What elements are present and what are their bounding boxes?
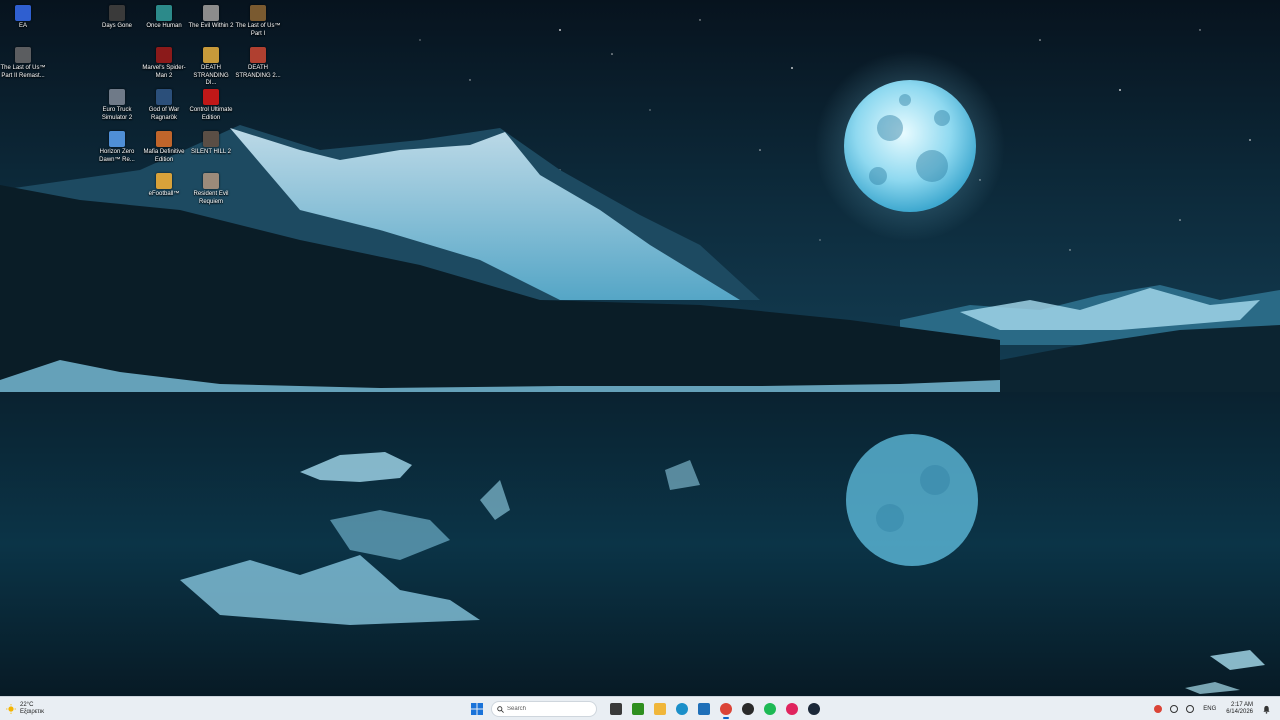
desktop-icon-death-stranding-dc[interactable]: DEATH STRANDING DI... — [188, 44, 234, 88]
desktop-icons: EA The Last of Us™ Part II Remast... Days … — [0, 0, 1280, 696]
efootball-icon — [156, 173, 172, 189]
weather-condition: Εξαιρετικ — [20, 709, 45, 715]
desktop-icon-label: The Last of Us™ Part II Remast... — [0, 65, 46, 79]
desktop-icon-label: Horizon Zero Dawn™ Re... — [99, 149, 135, 163]
desktop-icon-label: Marvel's Spider-Man 2 — [142, 65, 186, 79]
desktop-icon-label: EA — [18, 23, 27, 29]
desktop-icon-resident-evil[interactable]: Resident Evil Requiem — [188, 170, 234, 206]
desktop-icon-label: Euro Truck Simulator 2 — [101, 107, 133, 121]
tray-icons — [1150, 702, 1198, 716]
clock-date: 6/14/2026 — [1226, 709, 1253, 715]
desktop-icon-label: Days Gone — [101, 23, 132, 29]
nvidia-icon — [632, 703, 644, 715]
desktop-icon-mafia[interactable]: Mafia Definitive Edition — [141, 128, 187, 164]
nvidia-button[interactable] — [628, 699, 648, 719]
desktop-icon-label: eFootball™ — [148, 191, 180, 197]
last-of-us-2-icon — [15, 47, 31, 63]
god-of-war-icon — [156, 89, 172, 105]
horizon-zero-dawn-icon — [109, 131, 125, 147]
weather-temperature: 22°C — [20, 702, 34, 708]
desktop-icon-last-of-us-2[interactable]: The Last of Us™ Part II Remast... — [0, 44, 46, 80]
silent-hill-icon — [203, 131, 219, 147]
desktop-icon-label: Resident Evil Requiem — [193, 191, 229, 205]
file-explorer-button[interactable] — [650, 699, 670, 719]
desktop-icon-euro-truck[interactable]: Euro Truck Simulator 2 — [94, 86, 140, 122]
desktop-icon-horizon-zero-dawn[interactable]: Horizon Zero Dawn™ Re... — [94, 128, 140, 164]
spotify-button[interactable] — [760, 699, 780, 719]
taskbar-apps — [605, 699, 825, 719]
taskbar-center — [466, 699, 825, 719]
chrome-icon — [720, 703, 732, 715]
search-input[interactable] — [504, 706, 587, 712]
desktop-icon-silent-hill-2[interactable]: SILENT HILL 2 — [188, 128, 234, 157]
last-of-us-1-icon — [250, 5, 266, 21]
search-box[interactable] — [491, 701, 597, 717]
obs-button[interactable] — [738, 699, 758, 719]
desktop-icon-label: DEATH STRANDING DI... — [193, 65, 229, 86]
music-button[interactable] — [782, 699, 802, 719]
desktop-icon-last-of-us-1[interactable]: The Last of Us™ Part I — [235, 2, 281, 38]
store-icon — [698, 703, 710, 715]
mafia-icon — [156, 131, 172, 147]
search-icon — [497, 705, 504, 713]
desktop-icon-label: Control Ultimate Edition — [189, 107, 233, 121]
evil-within-icon — [203, 5, 219, 21]
control-icon — [203, 89, 219, 105]
chrome-button[interactable] — [716, 699, 736, 719]
desktop-icon-control[interactable]: Control Ultimate Edition — [188, 86, 234, 122]
clock-time: 2:17 AM — [1230, 702, 1253, 708]
death-stranding-2-icon — [250, 47, 266, 63]
desktop-icon-once-human[interactable]: Once Human — [141, 2, 187, 31]
spider-man-icon — [156, 47, 172, 63]
chrome-tray-icon — [1154, 705, 1163, 713]
task-view-button[interactable] — [606, 699, 626, 719]
weather-widget[interactable]: 22°C Εξαιρετικ — [6, 700, 44, 718]
tray-volume[interactable] — [1184, 702, 1196, 716]
bell-icon — [1262, 705, 1270, 714]
desktop-icon-label: SILENT HILL 2 — [190, 149, 232, 155]
weather-sun-icon — [6, 704, 16, 714]
desktop-icon-label: Once Human — [146, 23, 182, 29]
language-indicator[interactable]: ENG — [1203, 706, 1216, 712]
desktop-icon-efootball[interactable]: eFootball™ — [141, 170, 187, 199]
folder-icon — [654, 703, 666, 715]
taskbar: 22°C Εξαιρετικ ENG 2:17 AM 6/14/2026 — [0, 696, 1280, 720]
store-button[interactable] — [694, 699, 714, 719]
days-gone-icon — [109, 5, 125, 21]
spotify-icon — [764, 703, 776, 715]
desktop-icon-evil-within-2[interactable]: The Evil Within 2 — [188, 2, 234, 31]
desktop-icon-label: God of War Ragnarök — [148, 107, 180, 121]
desktop-icon-label: DEATH STRANDING 2... — [235, 65, 281, 79]
network-icon — [1170, 705, 1179, 713]
desktop-icon-ea[interactable]: EA — [0, 2, 46, 31]
start-button[interactable] — [467, 699, 487, 719]
euro-truck-icon — [109, 89, 125, 105]
desktop-icon-death-stranding-2[interactable]: DEATH STRANDING 2... — [235, 44, 281, 80]
desktop-icon-spider-man-2[interactable]: Marvel's Spider-Man 2 — [141, 44, 187, 80]
edge-icon — [676, 703, 688, 715]
volume-icon — [1186, 705, 1195, 713]
desktop-icon-label: The Last of Us™ Part I — [235, 23, 281, 37]
steam-button[interactable] — [804, 699, 824, 719]
windows-icon — [471, 703, 483, 715]
steam-icon — [808, 703, 820, 715]
once-human-icon — [156, 5, 172, 21]
ea-icon — [15, 5, 31, 21]
system-tray: ENG 2:17 AM 6/14/2026 — [1150, 699, 1274, 719]
desktop-icon-god-of-war[interactable]: God of War Ragnarök — [141, 86, 187, 122]
desktop-icon-label: Mafia Definitive Edition — [143, 149, 185, 163]
tray-network[interactable] — [1168, 702, 1180, 716]
task-view-icon — [610, 703, 622, 715]
resident-evil-icon — [203, 173, 219, 189]
desktop-icon-days-gone[interactable]: Days Gone — [94, 2, 140, 31]
clock[interactable]: 2:17 AM 6/14/2026 — [1226, 702, 1253, 716]
obs-icon — [742, 703, 754, 715]
death-stranding-icon — [203, 47, 219, 63]
tray-chrome[interactable] — [1152, 702, 1164, 716]
desktop-icon-label: The Evil Within 2 — [188, 23, 234, 29]
desktop[interactable]: EA The Last of Us™ Part II Remast... Days … — [0, 0, 1280, 696]
edge-button[interactable] — [672, 699, 692, 719]
notification-button[interactable] — [1260, 702, 1272, 716]
music-icon — [786, 703, 798, 715]
